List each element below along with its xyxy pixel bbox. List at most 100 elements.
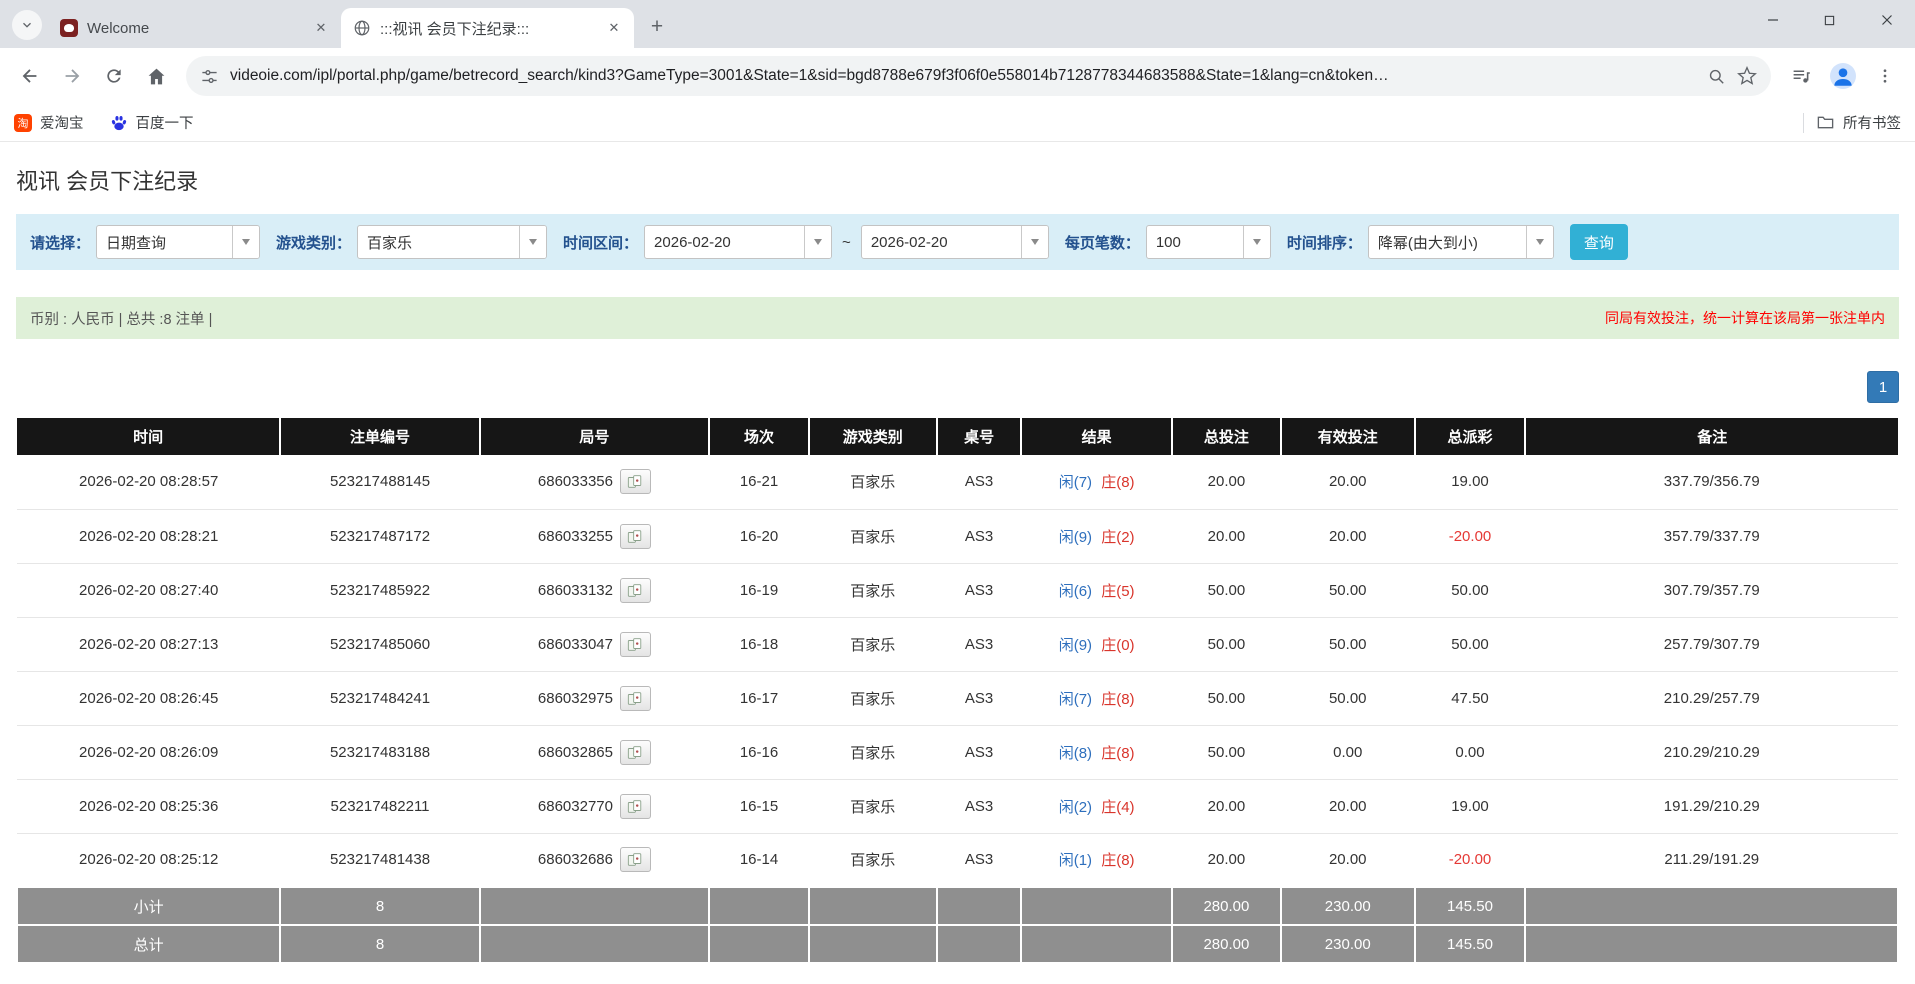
- search-button[interactable]: 查询: [1569, 224, 1628, 260]
- page-size-dropdown[interactable]: 100: [1145, 225, 1271, 259]
- close-window-button[interactable]: [1858, 0, 1915, 40]
- address-bar[interactable]: videoie.com/ipl/portal.php/game/betrecor…: [186, 56, 1771, 96]
- cell-bet-id: 523217484241: [280, 671, 480, 726]
- view-cards-button[interactable]: [619, 631, 651, 657]
- pagination-top: 1: [16, 371, 1899, 403]
- profile-avatar[interactable]: [1823, 56, 1863, 96]
- sort-order-dropdown[interactable]: 降幂(由大到小): [1367, 225, 1554, 259]
- col-bet-id: 注单编号: [279, 418, 480, 455]
- new-tab-button[interactable]: +: [642, 12, 672, 42]
- cell-note: 337.79/356.79: [1525, 455, 1898, 510]
- game-type-dropdown[interactable]: 百家乐: [357, 225, 548, 259]
- view-cards-button[interactable]: [619, 577, 651, 603]
- zoom-icon[interactable]: [1707, 67, 1726, 86]
- site-info-icon[interactable]: [200, 67, 219, 86]
- minimize-button[interactable]: [1744, 0, 1801, 40]
- cell-valid-bet: 50.00: [1280, 563, 1415, 618]
- globe-favicon-icon: [353, 19, 371, 37]
- dropdown-arrow-icon[interactable]: [1242, 226, 1270, 258]
- cell-session: 16-15: [709, 779, 809, 834]
- range-separator: ~: [842, 233, 851, 251]
- cell-time: 2026-02-20 08:27:40: [17, 563, 281, 618]
- cell-valid-bet: 0.00: [1280, 725, 1415, 780]
- cell-payout: -20.00: [1414, 833, 1526, 888]
- forward-button[interactable]: [52, 56, 92, 96]
- bookmark-baidu[interactable]: 百度一下: [110, 112, 194, 133]
- total-count: 8: [279, 924, 481, 964]
- cell-table-no: AS3: [936, 833, 1022, 888]
- cell-total-bet[interactable]: 20.00: [1171, 833, 1281, 888]
- cell-table-no: AS3: [936, 509, 1022, 564]
- baidu-paw-icon: [110, 114, 128, 132]
- dropdown-arrow-icon[interactable]: [804, 226, 832, 258]
- maximize-button[interactable]: [1801, 0, 1858, 40]
- cell-bet-id: 523217487172: [280, 509, 480, 564]
- round-id-text: 686033047: [537, 635, 613, 653]
- dropdown-arrow-icon[interactable]: [1525, 226, 1553, 258]
- result-player: 闲(9): [1058, 528, 1093, 546]
- table-row: 2026-02-20 08:28:21 523217487172 6860332…: [17, 509, 1898, 564]
- cell-note: 357.79/337.79: [1525, 509, 1898, 564]
- url-text[interactable]: videoie.com/ipl/portal.php/game/betrecor…: [230, 67, 1696, 85]
- cell-total-bet[interactable]: 20.00: [1171, 779, 1281, 834]
- page-number-button[interactable]: 1: [1867, 371, 1899, 403]
- cell-total-bet[interactable]: 20.00: [1171, 455, 1281, 510]
- view-cards-button[interactable]: [619, 847, 651, 873]
- view-cards-button[interactable]: [619, 685, 651, 711]
- tab-close-icon[interactable]: ✕: [604, 18, 624, 38]
- col-session: 场次: [708, 418, 809, 455]
- browser-menu-button[interactable]: [1865, 56, 1905, 96]
- cards-icon: [628, 475, 642, 488]
- tab-close-icon[interactable]: ✕: [311, 18, 331, 38]
- cell-total-bet[interactable]: 50.00: [1171, 563, 1281, 618]
- view-cards-button[interactable]: [619, 793, 651, 819]
- cell-table-no: AS3: [936, 617, 1022, 672]
- date-to-picker[interactable]: 2026-02-20: [860, 225, 1049, 259]
- refresh-button[interactable]: [94, 56, 134, 96]
- valid-bet-notice: 同局有效投注，统一计算在该局第一张注单内: [1605, 310, 1885, 326]
- dropdown-arrow-icon[interactable]: [1020, 226, 1048, 258]
- back-icon: [22, 69, 37, 83]
- view-cards-button[interactable]: [619, 523, 651, 549]
- cell-payout: 0.00: [1414, 725, 1526, 780]
- date-from-picker[interactable]: 2026-02-20: [644, 225, 833, 259]
- cell-valid-bet: 20.00: [1280, 779, 1415, 834]
- cell-valid-bet: 20.00: [1280, 833, 1415, 888]
- dropdown-arrow-icon[interactable]: [232, 226, 260, 258]
- cell-bet-id: 523217481438: [280, 833, 480, 888]
- bookmarks-divider: [1803, 112, 1804, 133]
- home-icon: [148, 68, 164, 84]
- tab-welcome[interactable]: Welcome ✕: [48, 8, 343, 48]
- bookmark-star-icon[interactable]: [1737, 66, 1757, 86]
- view-cards-button[interactable]: [619, 469, 651, 495]
- tab-search-button[interactable]: [12, 10, 42, 40]
- query-mode-dropdown[interactable]: 日期查询: [96, 225, 261, 259]
- cell-total-bet[interactable]: 50.00: [1171, 617, 1281, 672]
- cell-valid-bet: 50.00: [1280, 617, 1415, 672]
- table-row: 2026-02-20 08:28:57 523217488145 6860333…: [17, 455, 1898, 510]
- cell-total-bet[interactable]: 50.00: [1171, 725, 1281, 780]
- bookmark-aitaobao[interactable]: 淘 爱淘宝: [14, 112, 84, 133]
- subtotal-payout: 145.50: [1413, 886, 1527, 926]
- cell-valid-bet: 20.00: [1280, 509, 1415, 564]
- cell-note: 210.29/210.29: [1525, 725, 1898, 780]
- table-row: 2026-02-20 08:27:13 523217485060 6860330…: [17, 617, 1898, 672]
- back-button[interactable]: [10, 56, 50, 96]
- cell-table-no: AS3: [936, 455, 1022, 510]
- col-time: 时间: [17, 418, 281, 455]
- tab-bet-record[interactable]: :::视讯 会员下注纪录::: ✕: [341, 8, 634, 48]
- cell-total-bet[interactable]: 20.00: [1171, 509, 1281, 564]
- bookmarks-bar: 淘 爱淘宝 百度一下 所有书签: [0, 104, 1915, 142]
- cell-result: 闲(9) 庄(2): [1021, 509, 1172, 564]
- view-cards-button[interactable]: [619, 739, 651, 765]
- media-controls-button[interactable]: [1781, 56, 1821, 96]
- folder-icon: [1816, 113, 1835, 132]
- cell-payout: 19.00: [1414, 779, 1526, 834]
- all-bookmarks-button[interactable]: 所有书签: [1816, 112, 1901, 133]
- cell-total-bet[interactable]: 50.00: [1171, 671, 1281, 726]
- home-button[interactable]: [136, 56, 176, 96]
- forward-icon: [65, 69, 80, 83]
- refresh-icon: [107, 69, 121, 83]
- dropdown-arrow-icon[interactable]: [519, 226, 547, 258]
- cell-session: 16-14: [709, 833, 809, 888]
